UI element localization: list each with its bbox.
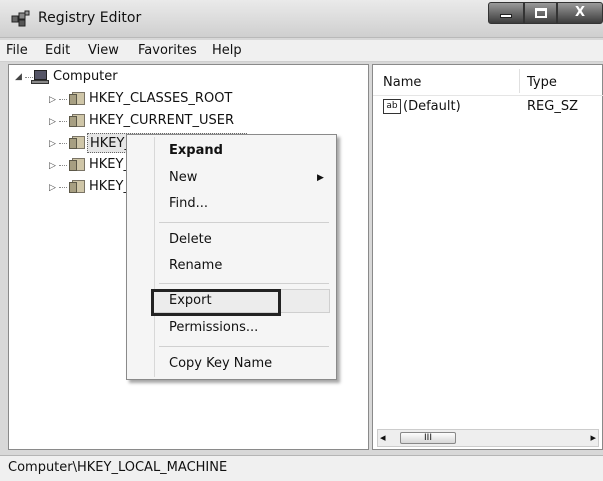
registry-editor-icon — [11, 10, 30, 27]
maximize-icon — [534, 8, 547, 18]
menu-item-permissions[interactable]: Permissions... — [169, 320, 258, 335]
tree-connector — [59, 165, 67, 166]
menu-item-delete[interactable]: Delete — [169, 232, 212, 247]
tree-connector — [59, 121, 67, 122]
menu-help[interactable]: Help — [212, 43, 242, 58]
values-pane[interactable]: Name Type ab (Default) REG_SZ ◂ III ▸ — [372, 64, 603, 450]
tree-item-hkey-classes-root[interactable]: ▷ HKEY_CLASSES_ROOT — [49, 89, 269, 109]
tree-connector — [59, 143, 67, 144]
menu-item-new[interactable]: New — [169, 170, 197, 185]
menu-item-rename[interactable]: Rename — [169, 258, 222, 273]
folder-icon — [69, 114, 85, 127]
menu-item-expand[interactable]: Expand — [169, 143, 223, 158]
minimize-button[interactable] — [488, 2, 524, 24]
minimize-icon — [500, 14, 512, 18]
folder-icon — [69, 136, 85, 149]
registry-editor-window: Registry Editor X File Edit View Favorit… — [0, 0, 603, 481]
submenu-arrow-icon: ▶ — [317, 173, 324, 183]
tree-item-label: HKEY_CURRENT_USER — [89, 113, 235, 128]
tree-item-label: HKEY_ — [89, 157, 130, 172]
tree-item-hkey-current-user[interactable]: ▷ HKEY_CURRENT_USER — [49, 111, 269, 131]
scroll-right-icon[interactable]: ▸ — [590, 431, 596, 444]
tree-item-label: HKEY_CLASSES_ROOT — [89, 91, 233, 106]
collapse-arrow-icon[interactable]: ◢ — [15, 67, 22, 87]
tree-connector — [59, 99, 67, 100]
menu-gutter — [154, 137, 155, 377]
string-value-icon: ab — [383, 99, 401, 114]
context-menu: Expand New ▶ Find... Delete Rename Expor… — [126, 134, 337, 380]
column-divider[interactable] — [519, 69, 520, 93]
maximize-button[interactable] — [524, 2, 557, 24]
menu-edit[interactable]: Edit — [45, 43, 70, 58]
menu-item-export[interactable]: Export — [169, 293, 212, 308]
menu-view[interactable]: View — [88, 43, 119, 58]
expand-arrow-icon[interactable]: ▷ — [49, 134, 56, 154]
value-name[interactable]: (Default) — [403, 99, 461, 114]
window-title: Registry Editor — [38, 10, 142, 26]
folder-icon — [69, 92, 85, 105]
computer-icon — [31, 70, 49, 84]
expand-arrow-icon[interactable]: ▷ — [49, 178, 56, 198]
title-bar[interactable]: Registry Editor X — [0, 0, 603, 38]
status-bar: Computer\HKEY_LOCAL_MACHINE — [0, 455, 603, 481]
status-path: Computer\HKEY_LOCAL_MACHINE — [8, 460, 228, 475]
expand-arrow-icon[interactable]: ▷ — [49, 90, 56, 110]
menu-separator — [159, 222, 329, 223]
menu-item-copy-key-name[interactable]: Copy Key Name — [169, 356, 272, 371]
menu-separator — [159, 283, 329, 284]
menu-favorites[interactable]: Favorites — [138, 43, 197, 58]
expand-arrow-icon[interactable]: ▷ — [49, 112, 56, 132]
horizontal-scrollbar[interactable]: ◂ III ▸ — [377, 429, 599, 447]
expand-arrow-icon[interactable]: ▷ — [49, 156, 56, 176]
close-button[interactable]: X — [557, 2, 603, 24]
menu-separator — [159, 346, 329, 347]
folder-icon — [69, 158, 85, 171]
column-header-type[interactable]: Type — [527, 75, 557, 90]
tree-connector — [59, 187, 67, 188]
scroll-thumb[interactable]: III — [400, 432, 456, 444]
menu-file[interactable]: File — [6, 43, 28, 58]
column-header-name[interactable]: Name — [383, 75, 421, 90]
tree-item-label: Computer — [53, 69, 118, 84]
tree-item-label: HKEY_ — [89, 179, 130, 194]
scroll-left-icon[interactable]: ◂ — [380, 431, 386, 444]
folder-icon — [69, 180, 85, 193]
menu-item-find[interactable]: Find... — [169, 196, 208, 211]
header-divider — [373, 95, 603, 96]
value-type: REG_SZ — [527, 99, 578, 114]
tree-item-computer[interactable]: ◢ Computer — [15, 67, 215, 87]
close-icon: X — [574, 5, 586, 20]
menu-bar: File Edit View Favorites Help — [0, 40, 603, 62]
